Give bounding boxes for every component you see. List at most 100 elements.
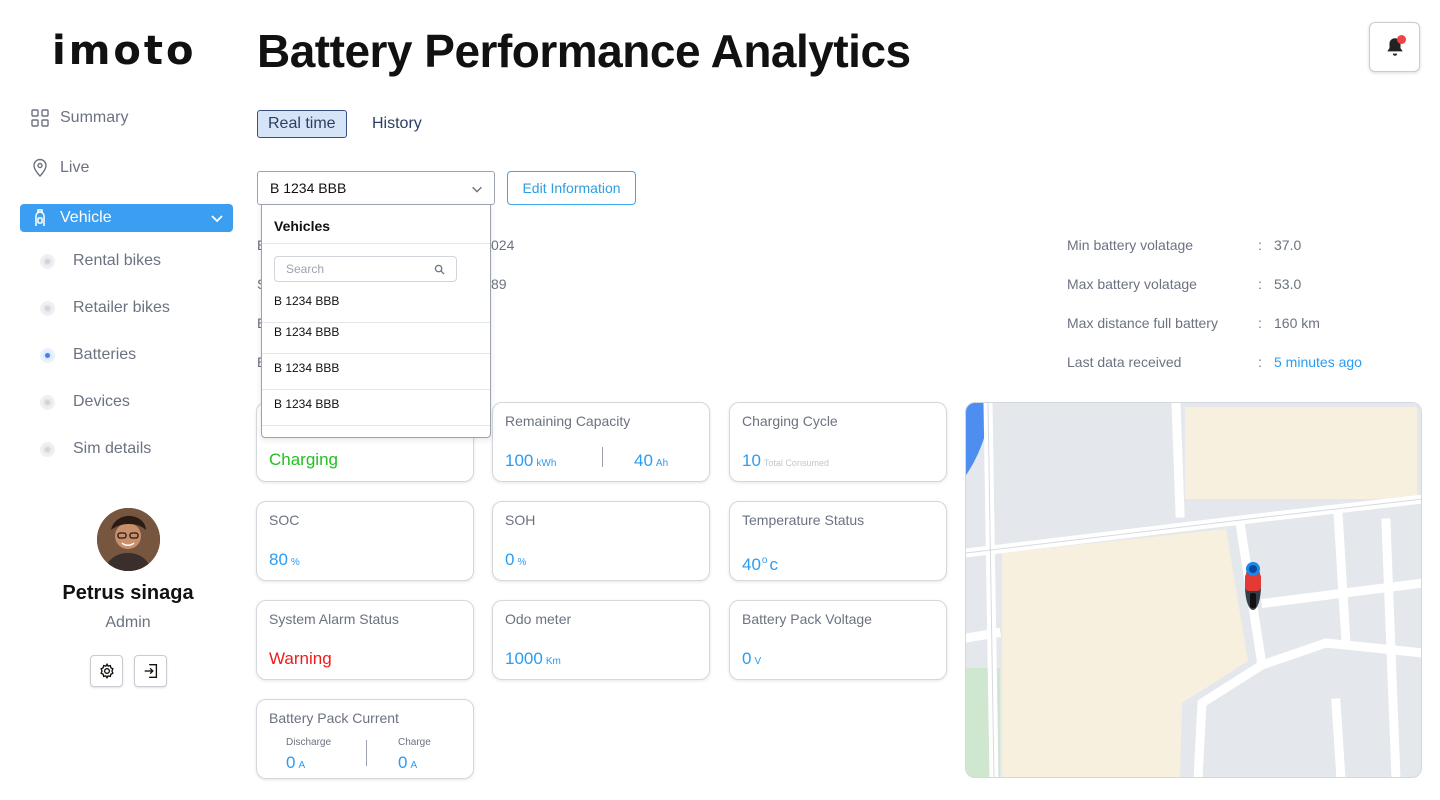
card-odometer: Odo meter 1000 Km: [492, 600, 710, 680]
discharge-value: 0: [286, 753, 296, 772]
card-title: Remaining Capacity: [505, 413, 631, 429]
notifications-button[interactable]: [1369, 22, 1420, 72]
charge-unit: A: [410, 760, 418, 771]
card-title: Charging Cycle: [742, 413, 838, 429]
notification-badge: [1397, 35, 1406, 44]
settings-button[interactable]: [90, 655, 123, 687]
nav-item-live[interactable]: Live: [20, 154, 233, 182]
spec-label: Last data received: [1067, 354, 1182, 370]
card-charging-cycle: Charging Cycle 10 Total Consumed: [729, 402, 947, 482]
capacity-kwh-value: 100: [505, 451, 534, 470]
sub-item-label: Rental bikes: [73, 252, 162, 269]
app-logo[interactable]: imoto: [52, 28, 196, 74]
alarm-value: Warning: [269, 649, 332, 668]
divider: [366, 740, 367, 766]
tab-history[interactable]: History: [362, 110, 432, 138]
edit-information-button[interactable]: Edit Information: [507, 171, 636, 205]
search-placeholder: Search: [286, 262, 325, 276]
radio-dot-icon: [40, 300, 55, 316]
page-title: Battery Performance Analytics: [257, 25, 911, 77]
option-label: B 1234 BBB: [274, 361, 340, 375]
card-system-alarm: System Alarm Status Warning: [256, 600, 474, 680]
charge-value: 0: [398, 753, 408, 772]
divider: [602, 447, 603, 467]
capacity-kwh-unit: kWh: [536, 458, 557, 469]
vehicle-icon: [20, 208, 60, 228]
capacity-ah-unit: Ah: [655, 458, 669, 469]
motorbike-marker-icon[interactable]: [1245, 562, 1261, 610]
nav-item-summary[interactable]: Summary: [20, 104, 233, 132]
dropdown-search-input[interactable]: Search: [274, 256, 457, 282]
spec-last-data: Last data received : 5 minutes ago: [1067, 354, 1362, 370]
sidebar: imoto Summary Live Vehicle Rental bikes …: [0, 0, 248, 800]
dropdown-option[interactable]: B 1234 BBB: [262, 318, 490, 354]
spec-label: Max distance full battery: [1067, 315, 1218, 331]
radio-dot-icon: [40, 394, 55, 410]
card-remaining-capacity: Remaining Capacity 100 kWh 40 Ah: [492, 402, 710, 482]
radio-dot-icon: [40, 441, 55, 457]
spec-min-voltage: Min battery volatage : 37.0: [1067, 237, 1301, 253]
dropdown-option[interactable]: B 1234 BBB: [262, 390, 490, 426]
charging-cycle-value: 10: [742, 451, 761, 470]
gear-icon: [99, 662, 114, 680]
user-role: Admin: [105, 614, 151, 631]
dropdown-title: Vehicles: [274, 218, 331, 234]
spec-label: Max battery volatage: [1067, 276, 1197, 292]
sub-item-rental-bikes[interactable]: Rental bikes: [40, 249, 161, 273]
temperature: 40o c: [742, 555, 778, 575]
discharge: 0A: [286, 753, 305, 773]
spec-value: 37.0: [1274, 237, 1302, 253]
nav-item-label: Vehicle: [60, 209, 112, 226]
charging-cycle: 10 Total Consumed: [742, 451, 829, 471]
nav-item-vehicle[interactable]: Vehicle: [20, 204, 233, 232]
soc-value: 80: [269, 550, 288, 569]
soc-unit: %: [290, 557, 300, 568]
logout-button[interactable]: [134, 655, 167, 687]
card-title: System Alarm Status: [269, 611, 399, 627]
radio-dot-icon: [40, 253, 55, 269]
soc: 80%: [269, 550, 300, 570]
status-value: Charging: [269, 450, 338, 469]
sub-item-sim-details[interactable]: Sim details: [40, 437, 151, 461]
pack-voltage-value: 0: [742, 649, 752, 668]
last-data-link[interactable]: 5 minutes ago: [1274, 354, 1362, 370]
temperature-unit: c: [769, 555, 778, 574]
card-pack-current: Battery Pack Current Discharge 0A Charge…: [256, 699, 474, 779]
charging-cycle-note: Total Consumed: [763, 458, 829, 468]
option-label: B 1234 BBB: [274, 294, 340, 308]
sub-item-retailer-bikes[interactable]: Retailer bikes: [40, 296, 170, 320]
dropdown-option[interactable]: B 1234 BBB: [262, 354, 490, 390]
spec-value: 160 km: [1274, 315, 1320, 331]
card-title: SOH: [505, 512, 536, 528]
vehicle-select-value: B 1234 BBB: [270, 180, 347, 196]
card-temperature: Temperature Status 40o c: [729, 501, 947, 581]
tab-real-time[interactable]: Real time: [257, 110, 347, 138]
capacity-ah: 40 Ah: [634, 451, 668, 471]
sub-item-label: Retailer bikes: [73, 299, 170, 316]
capacity-ah-value: 40: [634, 451, 653, 470]
user-name: Petrus sinaga: [62, 582, 194, 604]
discharge-unit: A: [298, 760, 306, 771]
card-pack-voltage: Battery Pack Voltage 0V: [729, 600, 947, 680]
spec-label: Min battery volatage: [1067, 237, 1194, 253]
odometer: 1000 Km: [505, 649, 561, 669]
sub-item-label: Batteries: [73, 346, 137, 363]
sub-item-label: Devices: [73, 393, 130, 410]
vehicle-select[interactable]: B 1234 BBB: [257, 171, 495, 205]
search-icon: [434, 264, 445, 275]
option-label: B 1234 BBB: [274, 325, 340, 339]
location-pin-icon: [20, 158, 60, 178]
grid-icon: [20, 108, 60, 128]
sub-item-batteries[interactable]: Batteries: [40, 343, 136, 367]
logout-icon: [144, 664, 157, 678]
sub-item-devices[interactable]: Devices: [40, 390, 130, 414]
sub-item-label: Sim details: [73, 440, 152, 457]
spec-colon: :: [1258, 354, 1262, 370]
card-soc: SOC 80%: [256, 501, 474, 581]
avatar: [97, 508, 160, 571]
card-title: Battery Pack Voltage: [742, 611, 872, 627]
card-title: Temperature Status: [742, 512, 865, 528]
vehicle-map[interactable]: [965, 402, 1422, 778]
card-title: Odo meter: [505, 611, 572, 627]
card-title: Battery Pack Current: [269, 710, 399, 726]
